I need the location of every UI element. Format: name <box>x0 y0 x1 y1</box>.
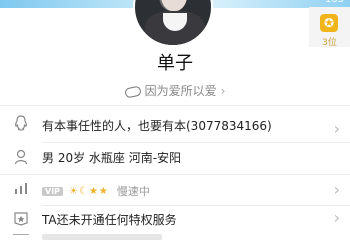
signature-text: 因为爱所以爱 <box>144 84 217 98</box>
profile-name: 单子 <box>157 53 193 74</box>
rank-badge-panel[interactable]: ✪ 3位 <box>309 7 350 48</box>
row-text: 男 20岁 水瓶座 河南-安阳 <box>42 151 182 165</box>
chevron-right-icon: › <box>220 84 226 98</box>
rank-label: 3位 <box>322 38 337 48</box>
vip-speed-text: 慢速中 <box>116 185 150 198</box>
vip-row-content: VIP ☀☾★★ 慢速中 <box>42 183 150 199</box>
row-text: 有本事任性的人，也要有本(3077834166) <box>42 119 272 133</box>
row-vip-speed[interactable]: VIP ☀☾★★ 慢速中 › <box>0 175 350 205</box>
qq-penguin-icon <box>12 115 30 133</box>
person-icon <box>12 149 30 167</box>
chevron-right-icon: › <box>333 180 340 199</box>
top-right-count: 165 <box>325 0 344 5</box>
vip-level-icons: ☀☾★★ <box>69 185 109 197</box>
avatar-face <box>161 0 187 11</box>
privilege-star-icon <box>12 210 30 228</box>
bar-chart-icon <box>12 181 30 199</box>
row-profile-info[interactable]: 男 20岁 水瓶座 河南-安阳 <box>0 142 350 174</box>
signature-icon <box>123 84 142 99</box>
row-text: TA还未开通任何特权服务 <box>42 213 177 227</box>
crown-star-icon: ✪ <box>320 14 338 32</box>
partial-row-text <box>42 234 162 240</box>
chevron-right-icon: › <box>333 119 340 138</box>
row-privileges[interactable]: TA还未开通任何特权服务 › <box>0 206 350 232</box>
chevron-right-icon: › <box>333 208 340 227</box>
avatar[interactable] <box>133 0 213 47</box>
signature-row[interactable]: 因为爱所以爱 › <box>0 82 350 99</box>
row-qq-account[interactable]: 有本事任性的人，也要有本(3077834166) › <box>0 106 350 142</box>
vip-tag: VIP <box>42 186 64 196</box>
